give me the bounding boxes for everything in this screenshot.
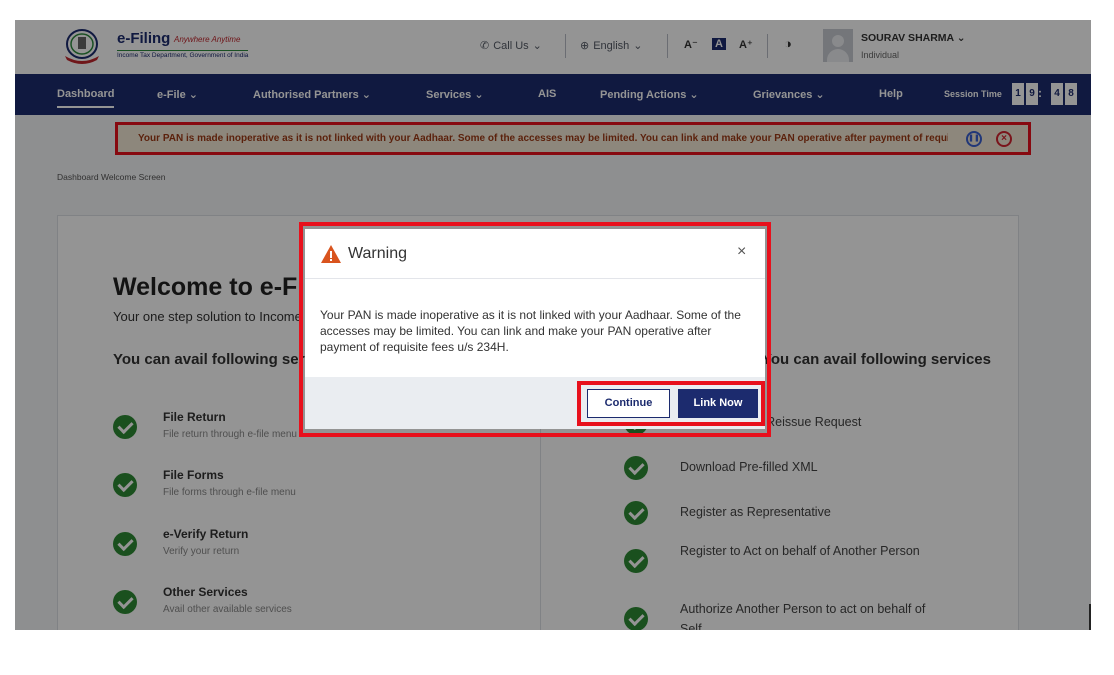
warning-dialog: Warning × Your PAN is made inoperative a… — [305, 229, 765, 429]
close-icon[interactable]: × — [737, 243, 746, 261]
dialog-title: Warning — [348, 245, 407, 262]
dialog-header: Warning × — [305, 229, 765, 279]
warning-icon — [321, 245, 341, 263]
continue-button[interactable]: Continue — [587, 389, 670, 418]
divider — [1089, 604, 1091, 630]
app-window: e-Filing Anywhere Anytime Income Tax Dep… — [15, 20, 1091, 630]
dialog-message: Your PAN is made inoperative as it is no… — [320, 308, 741, 354]
link-now-button[interactable]: Link Now — [678, 389, 758, 418]
dialog-footer: Continue Link Now — [305, 377, 765, 429]
